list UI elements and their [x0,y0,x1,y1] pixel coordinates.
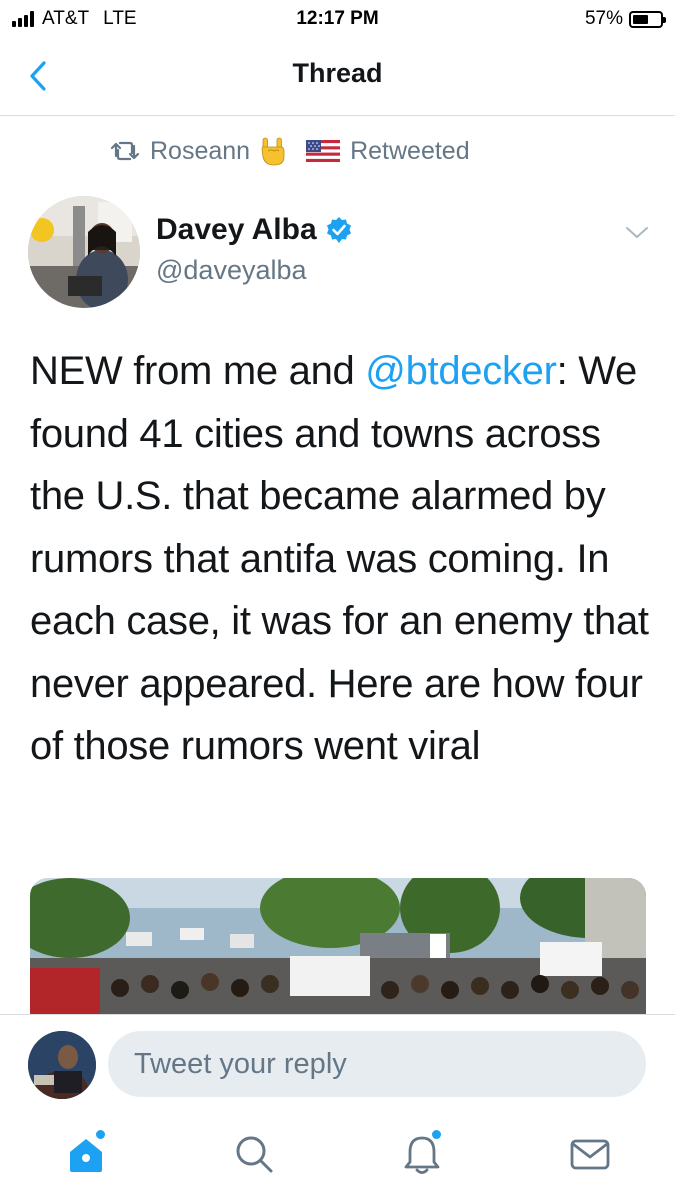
page-title: Thread [292,58,383,88]
status-right: 57% [584,8,666,30]
reply-bar: Tweet your reply [0,1014,675,1114]
author-handle[interactable]: @daveyalba [156,255,307,286]
retweeted-label: Retweeted [350,136,470,165]
battery-percent: 57% [584,8,623,29]
battery-fill [633,14,648,24]
mention-link[interactable]: @btdecker [365,349,557,393]
status-bar: AT&T LTE 12:17 PM 57% [0,0,675,40]
retweet-context[interactable]: Roseann Retweeted [110,136,470,166]
us-flag-emoji [306,140,341,162]
retweet-icon [110,141,140,161]
chevron-down-icon[interactable] [624,223,650,243]
retweeter-name: Roseann [150,136,251,165]
clock: 12:17 PM [296,8,379,29]
author-avatar[interactable] [28,196,140,308]
messages-envelope-icon [570,1139,610,1170]
my-avatar-image [28,1031,96,1099]
tweet-text-body: : We found 41 cities and towns across th… [30,349,649,768]
tab-bar [0,1114,675,1200]
tweet-media-image[interactable] [30,878,646,1014]
author-name: Davey Alba [156,213,317,246]
home-badge-dot [96,1130,105,1139]
protest-crowd-photo [30,878,646,1014]
reply-input[interactable]: Tweet your reply [108,1031,646,1097]
tab-messages[interactable] [568,1132,612,1176]
my-avatar[interactable] [28,1031,96,1099]
author-name-row[interactable]: Davey Alba [156,213,353,247]
verified-badge-icon [326,217,351,243]
tab-notifications[interactable] [400,1130,444,1176]
tweet-text: NEW from me and @btdecker: We found 41 c… [30,340,650,778]
nav-bar: Thread [0,40,675,116]
tweet-text-prefix: NEW from me and [30,349,366,393]
rock-on-hand-emoji [261,137,285,166]
search-icon [236,1136,273,1173]
author-avatar-image [28,196,140,308]
notifications-badge-dot [432,1130,441,1139]
tab-search[interactable] [232,1132,276,1176]
battery-icon [629,10,666,28]
tab-home[interactable] [64,1130,108,1176]
